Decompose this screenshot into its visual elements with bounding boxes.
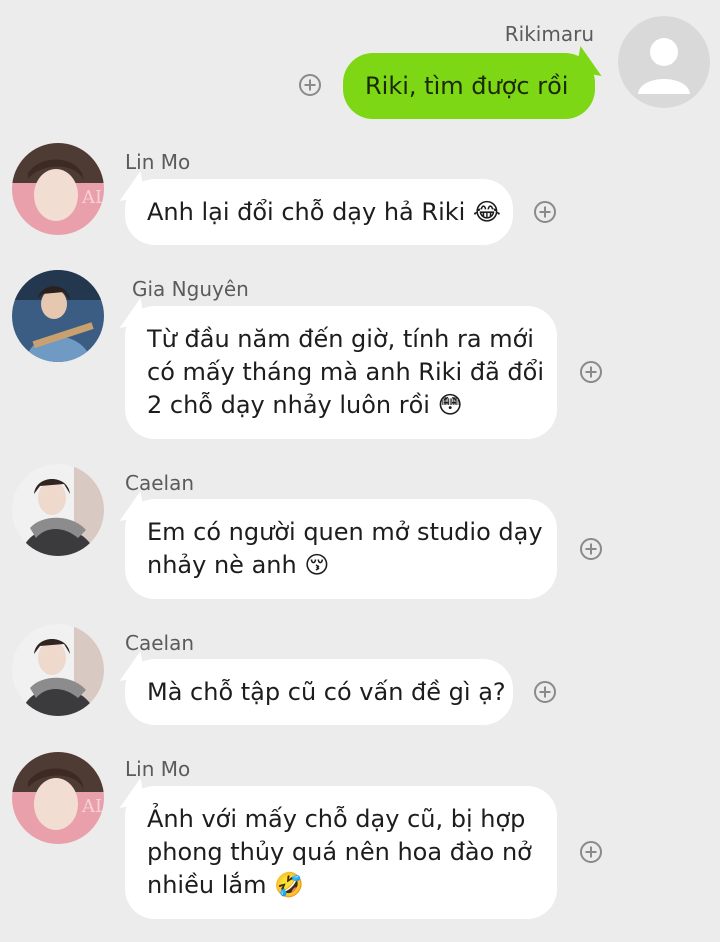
add-reaction-icon[interactable] bbox=[299, 74, 321, 96]
avatar[interactable] bbox=[12, 270, 104, 362]
add-reaction-icon[interactable] bbox=[580, 841, 602, 863]
add-reaction-icon[interactable] bbox=[580, 361, 602, 383]
message-text: Em có người quen mở studio dạy bbox=[147, 518, 543, 546]
message-text: 2 chỗ dạy nhảy luôn rồi 😳 bbox=[147, 391, 463, 419]
message-text: nhảy nè anh 😚 bbox=[147, 551, 330, 579]
sender-name: Lin Mo bbox=[125, 757, 191, 781]
message-text: Anh lại đổi chỗ dạy hả Riki 😂 bbox=[147, 197, 501, 226]
message-bubble[interactable]: Anh lại đổi chỗ dạy hả Riki 😂 bbox=[125, 179, 513, 245]
avatar[interactable] bbox=[12, 464, 104, 556]
message-text: Từ đầu năm đến giờ, tính ra mới bbox=[147, 325, 534, 353]
message-text: phong thủy quá nên hoa đào nở bbox=[147, 838, 532, 866]
svg-text:ALE: ALE bbox=[81, 187, 104, 208]
svg-text:ALE: ALE bbox=[81, 796, 104, 817]
message-text: có mấy tháng mà anh Riki đã đổi bbox=[147, 358, 544, 386]
avatar[interactable]: ALE bbox=[12, 143, 104, 235]
sender-name: Rikimaru bbox=[504, 22, 594, 46]
sender-name: Gia Nguyên bbox=[132, 277, 249, 301]
add-reaction-icon[interactable] bbox=[534, 681, 556, 703]
message-text: nhiều lắm 🤣 bbox=[147, 871, 304, 899]
avatar[interactable] bbox=[12, 624, 104, 716]
message-bubble[interactable]: Mà chỗ tập cũ có vấn đề gì ạ? bbox=[125, 659, 513, 725]
message-bubble[interactable]: Em có người quen mở studio dạy nhảy nè a… bbox=[125, 499, 557, 599]
message-bubble[interactable]: Riki, tìm được rồi bbox=[343, 53, 595, 119]
message-bubble[interactable]: Ảnh với mấy chỗ dạy cũ, bị hợp phong thủ… bbox=[125, 786, 557, 919]
avatar[interactable]: ALE bbox=[12, 752, 104, 844]
message-text: Mà chỗ tập cũ có vấn đề gì ạ? bbox=[147, 677, 506, 706]
message-bubble[interactable]: Từ đầu năm đến giờ, tính ra mới có mấy t… bbox=[125, 306, 557, 439]
add-reaction-icon[interactable] bbox=[534, 201, 556, 223]
default-avatar-icon[interactable] bbox=[618, 16, 710, 108]
sender-name: Lin Mo bbox=[125, 150, 191, 174]
message-text: Riki, tìm được rồi bbox=[365, 71, 569, 100]
message-text: Ảnh với mấy chỗ dạy cũ, bị hợp bbox=[147, 805, 526, 833]
add-reaction-icon[interactable] bbox=[580, 538, 602, 560]
